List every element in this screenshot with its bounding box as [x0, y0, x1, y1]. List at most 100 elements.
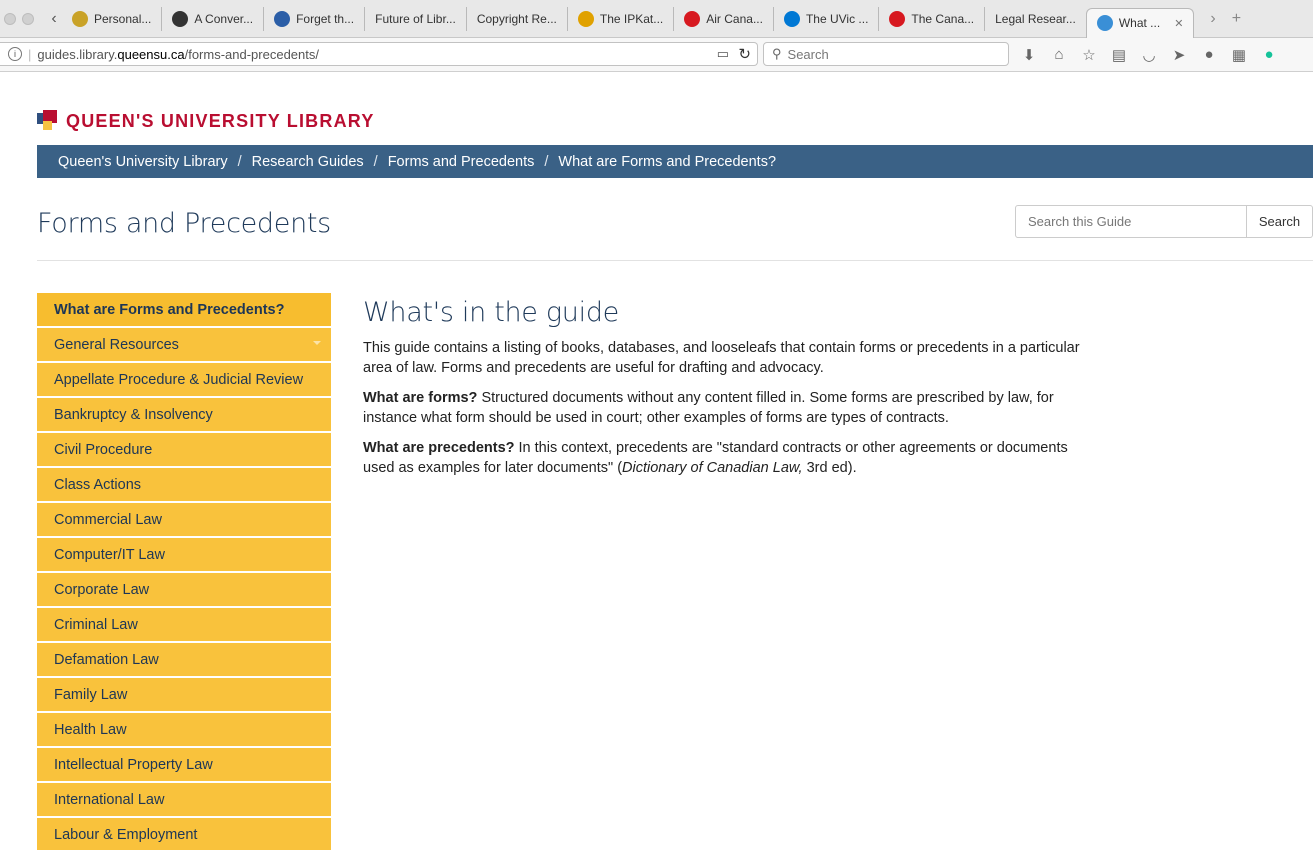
sidebar-item-label: Health Law — [54, 722, 127, 738]
sidebar-item[interactable]: Class Actions — [37, 468, 331, 503]
browser-tab[interactable]: The Cana... — [878, 6, 984, 31]
browser-tab[interactable]: Air Cana... — [673, 6, 773, 31]
tab-scroll-right-icon[interactable]: › — [1210, 10, 1215, 28]
pocket-icon[interactable]: ◡ — [1140, 46, 1158, 64]
send-icon[interactable]: ➤ — [1170, 46, 1188, 64]
cat-icon — [577, 10, 594, 27]
maple-icon — [889, 10, 906, 27]
chevron-down-icon[interactable] — [313, 341, 321, 345]
sidebar-item-label: Civil Procedure — [54, 442, 153, 458]
home-icon[interactable]: ⌂ — [1050, 46, 1068, 64]
browser-tab[interactable]: The UVic ... — [772, 6, 878, 31]
sidebar-item-label: Intellectual Property Law — [54, 757, 213, 773]
browser-tab[interactable]: Legal Resear... — [984, 6, 1086, 31]
browser-tab[interactable]: Personal... — [62, 7, 161, 31]
main-content: What's in the guide This guide contains … — [363, 297, 1103, 488]
browser-tab[interactable]: A Conver... — [161, 6, 263, 31]
browser-tab-label: The UVic ... — [805, 11, 869, 26]
sidebar-item[interactable]: Defamation Law — [37, 643, 331, 678]
sidebar-item[interactable]: Corporate Law — [37, 573, 331, 608]
divider — [37, 260, 1313, 261]
forms-label: What are forms? — [363, 390, 478, 406]
url-separator: | — [28, 46, 32, 62]
sidebar-item-label: Defamation Law — [54, 652, 159, 668]
sidebar-item[interactable]: Health Law — [37, 713, 331, 748]
close-tab-icon[interactable]: ✕ — [1174, 17, 1183, 30]
browser-tab[interactable]: What ... ✕ — [1085, 7, 1195, 38]
sidebar-item-label: Commercial Law — [54, 512, 162, 528]
url-path: /forms-and-precedents/ — [184, 46, 319, 62]
sidebar-item-label: Appellate Procedure & Judicial Review — [54, 372, 304, 388]
breadcrumb-research-guides[interactable]: Research Guides — [252, 154, 364, 170]
sidebar-item-label: Class Actions — [54, 477, 142, 493]
sidebar-item[interactable]: Commercial Law — [37, 503, 331, 538]
browser-tab-label: Forget th... — [296, 11, 355, 26]
guide-search: Search — [1015, 205, 1313, 238]
bookmarks-list-icon[interactable]: ▤ — [1110, 46, 1128, 64]
qr-code-icon[interactable]: ▦ — [1230, 46, 1248, 64]
browser-tab-label: Future of Libr... — [375, 11, 456, 26]
sidebar-item[interactable]: Bankruptcy & Insolvency — [37, 398, 331, 433]
cloud-icon — [1096, 15, 1113, 31]
precedents-source: Dictionary of Canadian Law, — [622, 460, 803, 476]
browser-tab[interactable]: Forget th... — [263, 6, 364, 31]
sidebar-item[interactable]: Civil Procedure — [37, 433, 331, 468]
browser-tab[interactable]: Copyright Re... — [465, 6, 567, 31]
content-heading: What's in the guide — [363, 297, 619, 328]
bookmark-star-icon[interactable]: ☆ — [1080, 46, 1098, 64]
sidebar-item-label: Corporate Law — [54, 582, 150, 598]
breadcrumb-library[interactable]: Queen's University Library — [58, 154, 228, 170]
browser-tab-label: Legal Resear... — [995, 11, 1076, 26]
window-close-button[interactable] — [4, 12, 16, 25]
browser-nav-bar: i | guides.library. queensu.ca/forms-and-… — [0, 38, 1313, 72]
sidebar-item-label: General Resources — [54, 337, 179, 353]
site-logo[interactable]: QUEEN'S UNIVERSITY LIBRARY — [37, 110, 375, 132]
breadcrumb-forms-and-precedents[interactable]: Forms and Precedents — [388, 154, 535, 170]
sb-icon — [274, 10, 291, 27]
breadcrumb-separator: / — [373, 153, 378, 170]
browser-tab-label: The Cana... — [911, 11, 975, 26]
window-minimize-button[interactable] — [22, 12, 34, 25]
breadcrumb: Queen's University Library / Research Gu… — [37, 145, 1313, 178]
browser-search-box[interactable]: ⚲ Search — [763, 42, 1009, 66]
sidebar-item[interactable]: Family Law — [37, 678, 331, 713]
sidebar-item[interactable]: Labour & Employment — [37, 818, 331, 850]
reload-icon[interactable]: ↻ — [738, 45, 751, 63]
library-logo-icon — [37, 110, 59, 132]
extension-circle-icon[interactable]: ● — [1200, 46, 1218, 64]
breadcrumb-current: What are Forms and Precedents? — [558, 153, 777, 170]
sidebar-item-label: Labour & Employment — [54, 827, 198, 843]
precedents-paragraph: What are precedents? In this context, pr… — [363, 438, 1103, 478]
forms-paragraph: What are forms? Structured documents wit… — [363, 388, 1103, 428]
browser-tab-label: What ... — [1118, 16, 1161, 30]
reader-view-icon[interactable]: ▭ — [717, 46, 729, 62]
guide-search-input[interactable] — [1015, 205, 1247, 238]
sidebar-item[interactable]: What are Forms and Precedents? — [37, 293, 331, 328]
logo-text: QUEEN'S UNIVERSITY LIBRARY — [66, 110, 375, 131]
sidebar-item[interactable]: Computer/IT Law — [37, 538, 331, 573]
browser-tab-label: Air Cana... — [706, 11, 763, 26]
sidebar-item[interactable]: International Law — [37, 783, 331, 818]
browser-tab[interactable]: The IPKat... — [566, 6, 673, 31]
tab-scroll-left-icon[interactable]: ‹ — [46, 10, 62, 28]
site-info-icon[interactable]: i — [8, 47, 22, 61]
precedents-tail: 3rd ed). — [802, 460, 857, 476]
download-icon[interactable]: ⬇ — [1020, 46, 1038, 64]
browser-tab-label: A Conver... — [194, 11, 254, 26]
window-controls — [0, 12, 46, 25]
sidebar-item[interactable]: Intellectual Property Law — [37, 748, 331, 783]
sidebar-item[interactable]: Criminal Law — [37, 608, 331, 643]
url-bar[interactable]: i | guides.library. queensu.ca/forms-and-… — [0, 42, 758, 66]
browser-tab[interactable]: Future of Libr... — [364, 6, 466, 31]
precedents-label: What are precedents? — [363, 440, 515, 456]
browser-tab-bar: ‹ Personal... A Conver... Forget th... Futu… — [0, 0, 1313, 38]
tab-nav: › + — [1210, 10, 1241, 28]
sidebar-item[interactable]: Appellate Procedure & Judicial Review — [37, 363, 331, 398]
sidebar-item[interactable]: General Resources — [37, 328, 331, 363]
browser-tab-label: Copyright Re... — [476, 11, 557, 26]
new-tab-icon[interactable]: + — [1232, 10, 1241, 28]
sidebar-item-label: Family Law — [54, 687, 128, 703]
grammarly-icon[interactable]: ● — [1260, 46, 1278, 64]
guide-search-button[interactable]: Search — [1247, 205, 1313, 238]
url-domain: queensu.ca — [117, 46, 185, 62]
